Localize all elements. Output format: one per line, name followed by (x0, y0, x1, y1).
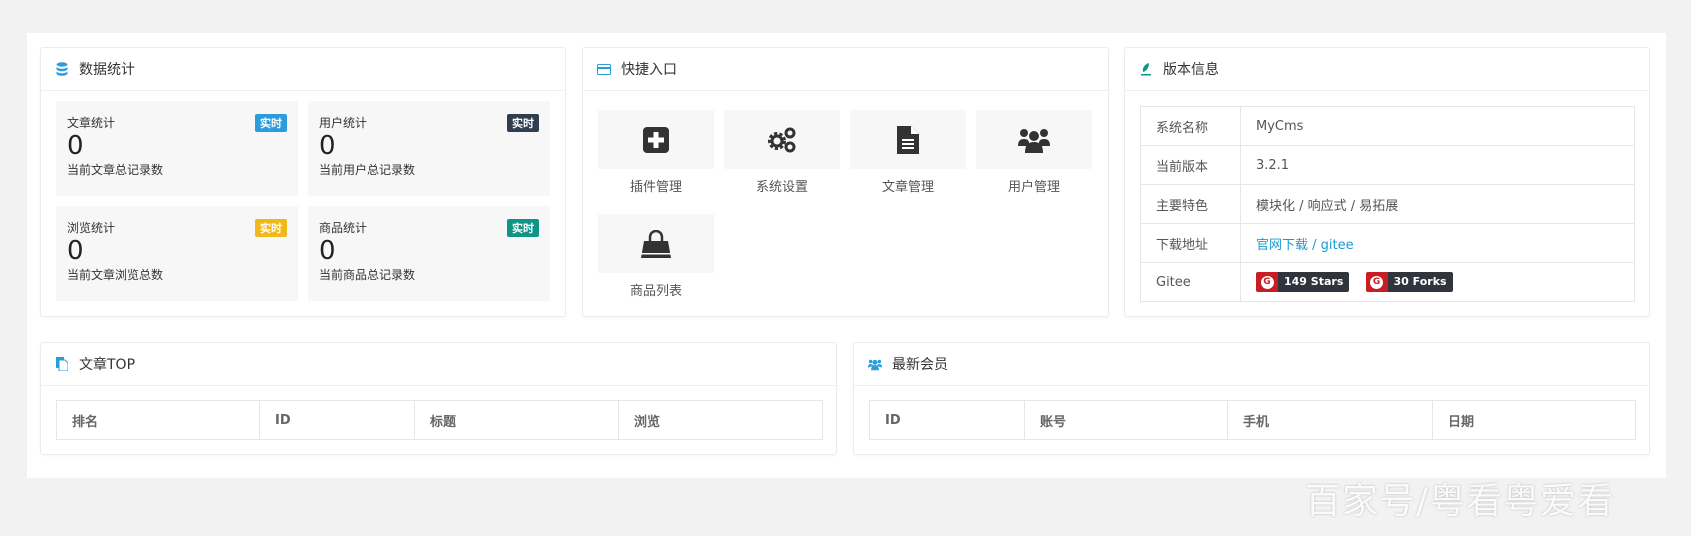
stat-title: 用户统计 (319, 116, 368, 130)
table-row: 主要特色 模块化 / 响应式 / 易拓展 (1140, 184, 1635, 224)
column-header[interactable]: 账号 (1024, 400, 1228, 440)
stat-desc: 当前文章总记录数 (67, 163, 164, 177)
quick-label: 插件管理 (629, 180, 682, 195)
row-value: MyCms (1240, 106, 1635, 146)
row-value: 模块化 / 响应式 / 易拓展 (1240, 184, 1635, 224)
quick-products[interactable]: 商品列表 (598, 214, 714, 318)
article-top-table: 排名 ID 标题 浏览 (56, 400, 823, 440)
stat-value: 0 (67, 236, 84, 266)
gitee-logo-icon: G (1260, 275, 1274, 289)
stat-desc: 当前用户总记录数 (319, 163, 416, 177)
column-header[interactable]: 浏览 (618, 400, 823, 440)
stat-desc: 当前商品总记录数 (319, 268, 416, 282)
watermark: 百家号/粤看粤爱看 (1305, 481, 1615, 522)
quick-settings[interactable]: 系统设置 (724, 110, 840, 214)
row-value: 3.2.1 (1240, 145, 1635, 185)
quick-plugins[interactable]: 插件管理 (598, 110, 714, 214)
table-row: Gitee G 149 Stars G 30 Forks (1140, 262, 1635, 302)
quick-entry-card: 快捷入口 插件管理 系统设置 文章管理 用户管理 商品列表 (582, 47, 1109, 317)
stat-value: 0 (319, 236, 336, 266)
quick-users[interactable]: 用户管理 (976, 110, 1092, 214)
latest-members-card: 最新会员 ID 账号 手机 日期 (853, 342, 1650, 455)
card-title: 文章TOP (79, 357, 136, 373)
card-title: 数据统计 (79, 62, 135, 78)
file-text-icon (897, 125, 919, 154)
column-header[interactable]: 标题 (414, 400, 619, 440)
gitee-forks-badge[interactable]: G 30 Forks (1365, 272, 1453, 292)
database-icon (55, 62, 69, 76)
realtime-badge: 实时 (507, 219, 539, 237)
column-header[interactable]: ID (259, 400, 415, 440)
copy-icon (55, 357, 69, 371)
table-row: 当前版本 3.2.1 (1140, 145, 1635, 185)
card-header: 最新会员 (854, 343, 1649, 386)
quick-label: 文章管理 (881, 180, 934, 195)
users-icon (868, 357, 882, 371)
stat-title: 商品统计 (319, 221, 368, 235)
quick-label: 系统设置 (755, 180, 808, 195)
row-value: 官网下载 / gitee (1240, 223, 1635, 263)
gitee-logo-icon: G (1370, 275, 1384, 289)
card-title: 版本信息 (1163, 62, 1219, 78)
stat-users: 用户统计 实时 0 当前用户总记录数 (308, 101, 550, 196)
version-info-card: 版本信息 系统名称 MyCms 当前版本 3.2.1 主要特色 模块化 / 响应式 /… (1124, 47, 1650, 317)
card-title: 最新会员 (892, 357, 948, 373)
column-header[interactable]: 手机 (1227, 400, 1433, 440)
column-header[interactable]: 日期 (1432, 400, 1636, 440)
card-header: 数据统计 (41, 48, 565, 91)
row-label: 主要特色 (1140, 184, 1241, 224)
row-label: 当前版本 (1140, 145, 1241, 185)
table-header-row: 排名 ID 标题 浏览 (56, 400, 823, 440)
stat-desc: 当前文章浏览总数 (67, 268, 164, 282)
stats-card: 数据统计 文章统计 实时 0 当前文章总记录数 用户统计 实时 0 当前用户总记录数 浏览统… (40, 47, 566, 317)
version-table: 系统名称 MyCms 当前版本 3.2.1 主要特色 模块化 / 响应式 / 易拓展 … (1140, 106, 1635, 302)
card-header: 文章TOP (41, 343, 836, 386)
plus-square-icon (643, 126, 669, 153)
gitee-link[interactable]: gitee (1321, 238, 1354, 253)
link-separator: / (1308, 237, 1321, 253)
realtime-badge: 实时 (507, 114, 539, 132)
table-row: 系统名称 MyCms (1140, 106, 1635, 146)
official-download-link[interactable]: 官网下载 (1256, 238, 1308, 253)
latest-members-table: ID 账号 手机 日期 (869, 400, 1636, 440)
gears-icon (768, 127, 796, 152)
card-header: 版本信息 (1125, 48, 1649, 91)
credit-card-icon (597, 62, 611, 76)
column-header[interactable]: ID (869, 400, 1025, 440)
quick-label: 商品列表 (629, 284, 682, 299)
table-header-row: ID 账号 手机 日期 (869, 400, 1636, 440)
row-label: 下载地址 (1140, 223, 1241, 263)
stars-count: 149 Stars (1278, 272, 1350, 292)
article-top-card: 文章TOP 排名 ID 标题 浏览 (40, 342, 837, 455)
column-header[interactable]: 排名 (56, 400, 260, 440)
stat-title: 浏览统计 (67, 221, 116, 235)
stat-title: 文章统计 (67, 116, 116, 130)
leaf-icon (1139, 62, 1153, 76)
row-value: G 149 Stars G 30 Forks (1240, 262, 1635, 302)
gitee-stars-badge[interactable]: G 149 Stars (1256, 272, 1350, 292)
quick-label: 用户管理 (1007, 180, 1060, 195)
card-header: 快捷入口 (583, 48, 1108, 91)
row-label: 系统名称 (1140, 106, 1241, 146)
card-title: 快捷入口 (621, 62, 677, 78)
row-label: Gitee (1140, 262, 1241, 302)
table-row: 下载地址 官网下载 / gitee (1140, 223, 1635, 263)
realtime-badge: 实时 (255, 219, 287, 237)
users-icon (1018, 128, 1050, 153)
stat-value: 0 (67, 131, 84, 161)
quick-articles[interactable]: 文章管理 (850, 110, 966, 214)
stat-articles: 文章统计 实时 0 当前文章总记录数 (56, 101, 298, 196)
stat-products: 商品统计 实时 0 当前商品总记录数 (308, 206, 550, 301)
stat-value: 0 (319, 131, 336, 161)
stat-views: 浏览统计 实时 0 当前文章浏览总数 (56, 206, 298, 301)
shopping-bag-icon (641, 229, 671, 258)
realtime-badge: 实时 (255, 114, 287, 132)
forks-count: 30 Forks (1387, 272, 1453, 292)
